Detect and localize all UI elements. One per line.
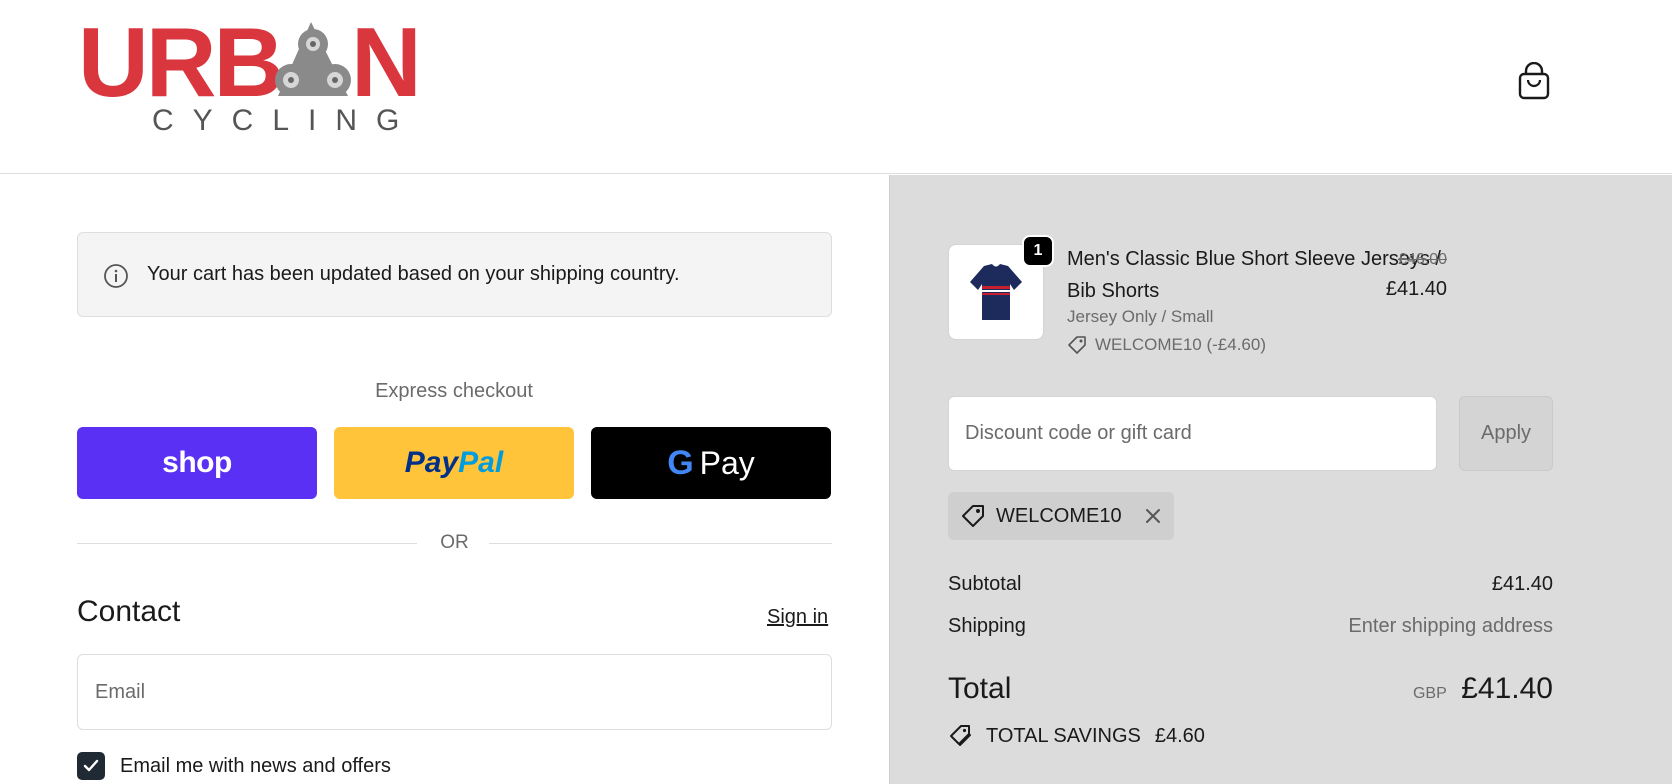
shop-pay-label: shop	[162, 446, 232, 479]
shopping-bag-icon[interactable]	[1516, 61, 1552, 100]
total-row: Total GBP £41.40	[948, 672, 1553, 706]
svg-text:N: N	[351, 18, 422, 117]
tag-icon	[962, 505, 984, 527]
subtotal-row: Subtotal £41.40	[948, 573, 1553, 596]
chain-link-icon	[275, 22, 351, 96]
google-pay-button[interactable]: G Pay	[591, 427, 831, 499]
contact-heading: Contact	[77, 595, 181, 628]
total-savings: TOTAL SAVINGS £4.60	[948, 723, 1205, 749]
total-value: £41.40	[1461, 672, 1553, 705]
jersey-image	[970, 264, 1022, 320]
express-checkout-title: Express checkout	[375, 380, 533, 402]
email-field[interactable]	[77, 654, 832, 730]
paypal-label-pal: Pal	[458, 446, 504, 479]
brand-tagline: CYCLING	[152, 104, 419, 137]
brand-logo[interactable]: URB N CYCLING	[78, 7, 443, 140]
paypal-label-pay: Pay	[404, 446, 459, 479]
site-header: URB N CYCLING	[0, 0, 1672, 174]
checkout-main: Your cart has been updated based on your…	[0, 175, 889, 784]
total-label: Total	[948, 672, 1012, 705]
remove-discount-icon[interactable]	[1144, 507, 1162, 525]
shipping-value: Enter shipping address	[1348, 615, 1553, 637]
tag-icon	[1068, 336, 1086, 354]
order-summary: 1 Men's Classic Blue Short Sleeve Jersey…	[889, 175, 1672, 784]
apply-discount-button[interactable]: Apply	[1459, 396, 1553, 471]
product-variant: Jersey Only / Small	[1067, 307, 1214, 326]
line-discount-text: WELCOME10 (-£4.60)	[1095, 335, 1266, 354]
applied-code-label: WELCOME10	[996, 504, 1122, 527]
item-price: £41.40	[1385, 278, 1447, 300]
subtotal-value: £41.40	[1491, 573, 1553, 595]
discount-code-input[interactable]	[948, 396, 1437, 471]
quantity-badge: 1	[1022, 235, 1054, 267]
applied-discount-tag: WELCOME10	[948, 492, 1174, 540]
savings-label: TOTAL SAVINGS	[986, 724, 1141, 747]
paypal-button[interactable]: Pay Pal	[334, 427, 574, 499]
info-icon	[103, 263, 129, 289]
notice-text: Your cart has been updated based on your…	[147, 263, 680, 285]
sign-in-link[interactable]: Sign in	[767, 606, 828, 629]
line-discount: WELCOME10 (-£4.60)	[1067, 335, 1266, 355]
google-pay-label: Pay	[699, 444, 755, 481]
savings-tag-icon	[950, 725, 971, 746]
cart-updated-notice: Your cart has been updated based on your…	[77, 232, 832, 317]
savings-value: £4.60	[1154, 724, 1205, 747]
shipping-label: Shipping	[948, 615, 1026, 637]
subtotal-label: Subtotal	[948, 573, 1022, 595]
newsletter-label[interactable]: Email me with news and offers	[120, 755, 391, 778]
original-price: £46.00	[1398, 251, 1447, 268]
currency-code: GBP	[1412, 685, 1447, 702]
svg-text:URB: URB	[78, 18, 281, 117]
newsletter-checkbox[interactable]	[77, 752, 105, 780]
checkmark-icon	[83, 759, 99, 772]
or-label: OR	[440, 532, 469, 553]
google-g-icon: G	[667, 443, 694, 482]
shop-pay-button[interactable]: shop	[77, 427, 317, 499]
shipping-row: Shipping Enter shipping address	[948, 615, 1553, 638]
or-divider: OR	[77, 531, 832, 555]
